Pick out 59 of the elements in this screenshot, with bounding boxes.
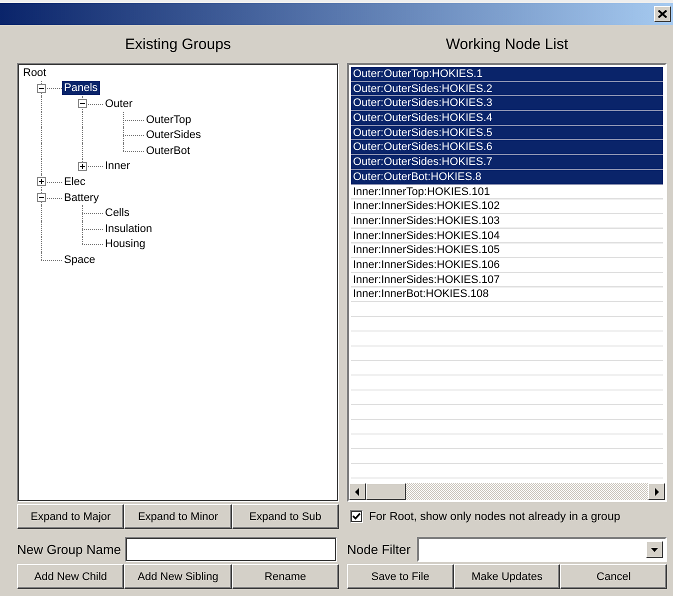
- list-item[interactable]: Outer:OuterSides:HOKIES.7: [351, 155, 663, 170]
- left-arrow-icon: [355, 488, 360, 496]
- collapse-toggle-icon[interactable]: [78, 99, 87, 108]
- list-action-button[interactable]: Cancel: [560, 564, 667, 589]
- field-label: Node Filter: [347, 542, 412, 557]
- list-item[interactable]: Outer:OuterSides:HOKIES.2: [351, 82, 663, 96]
- tree-item[interactable]: Root: [21, 66, 48, 80]
- list-item[interactable]: Inner:InnerSides:HOKIES.103: [351, 214, 663, 229]
- tree-item[interactable]: Space: [62, 252, 98, 267]
- list-item[interactable]: Inner:InnerSides:HOKIES.106: [351, 258, 663, 273]
- tree-item[interactable]: Outer: [103, 96, 135, 111]
- group-action-button[interactable]: Rename: [232, 564, 339, 589]
- collapse-toggle-icon[interactable]: [37, 84, 46, 93]
- dropdown-arrow-icon: [651, 548, 658, 552]
- tree-item[interactable]: Battery: [62, 190, 101, 205]
- expand-toggle-icon[interactable]: [37, 177, 46, 186]
- list-action-button[interactable]: Make Updates: [454, 564, 560, 589]
- group-action-button[interactable]: Add New Child: [17, 564, 124, 589]
- tree-item[interactable]: Cells: [103, 206, 132, 220]
- list-item[interactable]: Outer:OuterSides:HOKIES.6: [351, 140, 663, 156]
- checkbox-label: For Root, show only nodes not already in a group: [369, 510, 620, 522]
- list-item[interactable]: Inner:InnerTop:HOKIES.101: [351, 184, 663, 200]
- tree-item[interactable]: Inner: [103, 159, 132, 174]
- tree-item[interactable]: OuterSides: [144, 128, 204, 142]
- checkbox[interactable]: [350, 510, 363, 523]
- right-arrow-icon: [654, 488, 659, 496]
- expand-toggle-icon[interactable]: [78, 162, 87, 171]
- field-label: New Group Name: [17, 542, 122, 557]
- list-item[interactable]: Inner:InnerSides:HOKIES.107: [351, 272, 663, 288]
- list-action-button[interactable]: Save to File: [347, 564, 454, 589]
- list-item[interactable]: Outer:OuterSides:HOKIES.5: [351, 126, 663, 140]
- panel-heading: Existing Groups: [124, 34, 232, 54]
- group-name-field[interactable]: [125, 537, 337, 562]
- scroll-right-button[interactable]: [648, 483, 665, 500]
- tree-item[interactable]: Elec: [62, 174, 88, 189]
- expand-button[interactable]: Expand to Sub: [232, 504, 339, 529]
- panel-heading: Working Node List: [444, 34, 570, 54]
- list-item[interactable]: Inner:InnerSides:HOKIES.105: [351, 243, 663, 258]
- scroll-left-button[interactable]: [349, 483, 366, 500]
- tree-item[interactable]: OuterBot: [144, 144, 192, 158]
- node-filter-dropdown[interactable]: [417, 537, 667, 562]
- list-item[interactable]: Inner:InnerBot:HOKIES.108: [351, 287, 663, 302]
- scrollbar-thumb[interactable]: [366, 483, 406, 500]
- expand-button[interactable]: Expand to Major: [17, 504, 124, 529]
- close-icon: [658, 10, 667, 18]
- list-item[interactable]: Outer:OuterSides:HOKIES.4: [351, 111, 663, 126]
- list-item[interactable]: Outer:OuterTop:HOKIES.1: [351, 67, 663, 82]
- close-button[interactable]: [654, 6, 671, 22]
- tree-item[interactable]: OuterTop: [144, 112, 194, 127]
- expand-button[interactable]: Expand to Minor: [124, 504, 232, 529]
- group-action-button[interactable]: Add New Sibling: [124, 564, 232, 589]
- tree-item[interactable]: Housing: [103, 237, 148, 252]
- list-item[interactable]: Inner:InnerSides:HOKIES.104: [351, 228, 663, 244]
- tree-item[interactable]: Insulation: [103, 222, 154, 236]
- tree-item[interactable]: Panels: [62, 81, 100, 96]
- list-item[interactable]: Inner:InnerSides:HOKIES.102: [351, 199, 663, 214]
- collapse-toggle-icon[interactable]: [37, 192, 46, 202]
- list-item[interactable]: Outer:OuterBot:HOKIES.8: [351, 170, 663, 184]
- list-item[interactable]: Outer:OuterSides:HOKIES.3: [351, 96, 663, 112]
